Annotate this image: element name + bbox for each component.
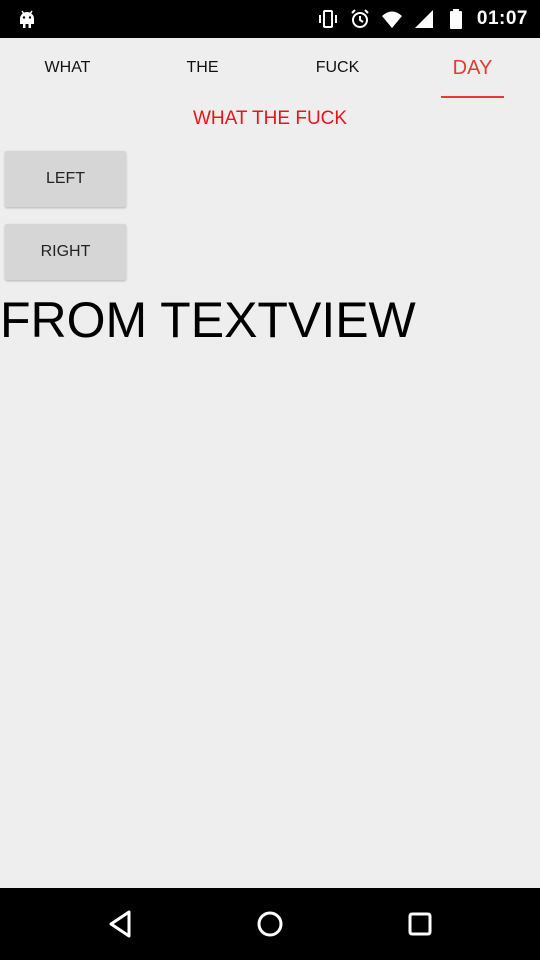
android-icon	[16, 8, 38, 30]
tab-the[interactable]: THE	[135, 38, 270, 98]
battery-icon	[445, 8, 467, 30]
status-time: 01:07	[476, 8, 528, 29]
subtitle-text: WHAT THE FUCK	[192, 108, 348, 129]
signal-icon	[413, 8, 435, 30]
status-bar: 01:07	[0, 0, 540, 38]
back-icon[interactable]	[102, 906, 138, 942]
home-icon[interactable]	[252, 906, 288, 942]
tab-day[interactable]: DAY	[405, 38, 540, 98]
app-content: WHAT THE FUCK DAY WHAT THE FUCK LEFT RIG…	[0, 38, 540, 888]
right-button[interactable]: RIGHT	[5, 224, 126, 280]
tab-indicator	[441, 96, 504, 98]
navigation-bar	[0, 888, 540, 960]
alarm-icon	[349, 8, 371, 30]
wifi-icon	[381, 8, 403, 30]
vibrate-icon	[317, 8, 339, 30]
tab-fuck[interactable]: FUCK	[270, 38, 405, 98]
tab-what[interactable]: WHAT	[0, 38, 135, 98]
textview-label: FROM TEXTVIEW	[0, 292, 416, 348]
left-button[interactable]: LEFT	[5, 151, 126, 207]
tab-bar: WHAT THE FUCK DAY	[0, 38, 540, 98]
recents-icon[interactable]	[402, 906, 438, 942]
